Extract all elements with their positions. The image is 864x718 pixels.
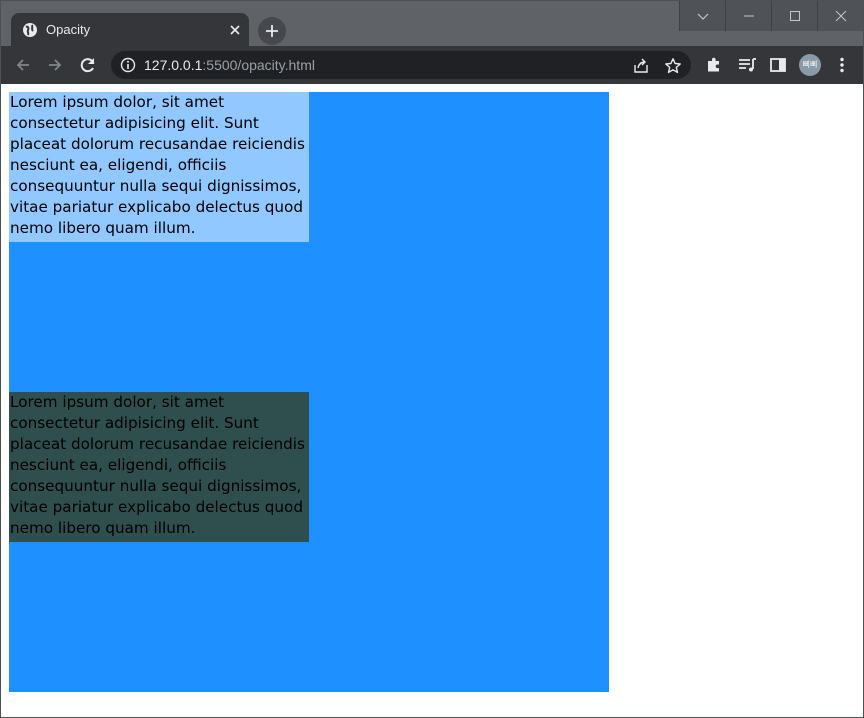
url-text[interactable]: 127.0.0.1:5500/opacity.html [144, 57, 315, 73]
close-icon[interactable] [227, 22, 243, 38]
reload-icon[interactable] [78, 55, 98, 75]
puzzle-icon[interactable] [704, 55, 724, 75]
side-panel-icon[interactable] [768, 55, 788, 75]
maximize-icon [790, 11, 800, 21]
forward-arrow-icon[interactable] [45, 55, 65, 75]
url-host: 127.0.0.1 [144, 57, 203, 73]
minimize-button[interactable] [725, 1, 771, 31]
box-text: Lorem ipsum dolor, sit amet consectetur … [10, 393, 305, 537]
minimize-icon [744, 15, 754, 17]
semi-transparent-text-box: Lorem ipsum dolor, sit amet consectetur … [9, 92, 309, 242]
url-path: :5500/opacity.html [202, 57, 315, 73]
browser-titlebar: Opacity [0, 0, 864, 47]
outer-box: Lorem ipsum dolor, sit amet consectetur … [9, 92, 609, 692]
tab-title: Opacity [46, 22, 91, 37]
media-queue-icon[interactable] [737, 55, 757, 75]
kebab-menu-icon[interactable] [832, 55, 852, 75]
plus-icon [266, 25, 278, 37]
tab-opacity[interactable]: Opacity [11, 13, 249, 47]
star-icon[interactable] [664, 57, 682, 75]
browser-toolbar: 127.0.0.1:5500/opacity.html 삐삐 [0, 46, 864, 84]
info-icon[interactable] [120, 57, 136, 73]
back-arrow-icon[interactable] [13, 55, 33, 75]
opaque-text-box: Lorem ipsum dolor, sit amet consectetur … [9, 392, 309, 542]
close-window-button[interactable] [817, 1, 863, 31]
chevron-down-icon [697, 13, 709, 20]
tab-search-button[interactable] [679, 1, 725, 31]
globe-icon [22, 22, 38, 38]
address-bar[interactable]: 127.0.0.1:5500/opacity.html [111, 51, 691, 79]
page-viewport: Lorem ipsum dolor, sit amet consectetur … [0, 84, 864, 718]
box-text: Lorem ipsum dolor, sit amet consectetur … [10, 93, 305, 237]
new-tab-button[interactable] [258, 17, 286, 45]
close-icon [835, 10, 847, 22]
profile-avatar[interactable]: 삐삐 [799, 54, 821, 76]
window-controls [679, 1, 863, 31]
share-icon[interactable] [632, 57, 650, 75]
maximize-button[interactable] [771, 1, 817, 31]
